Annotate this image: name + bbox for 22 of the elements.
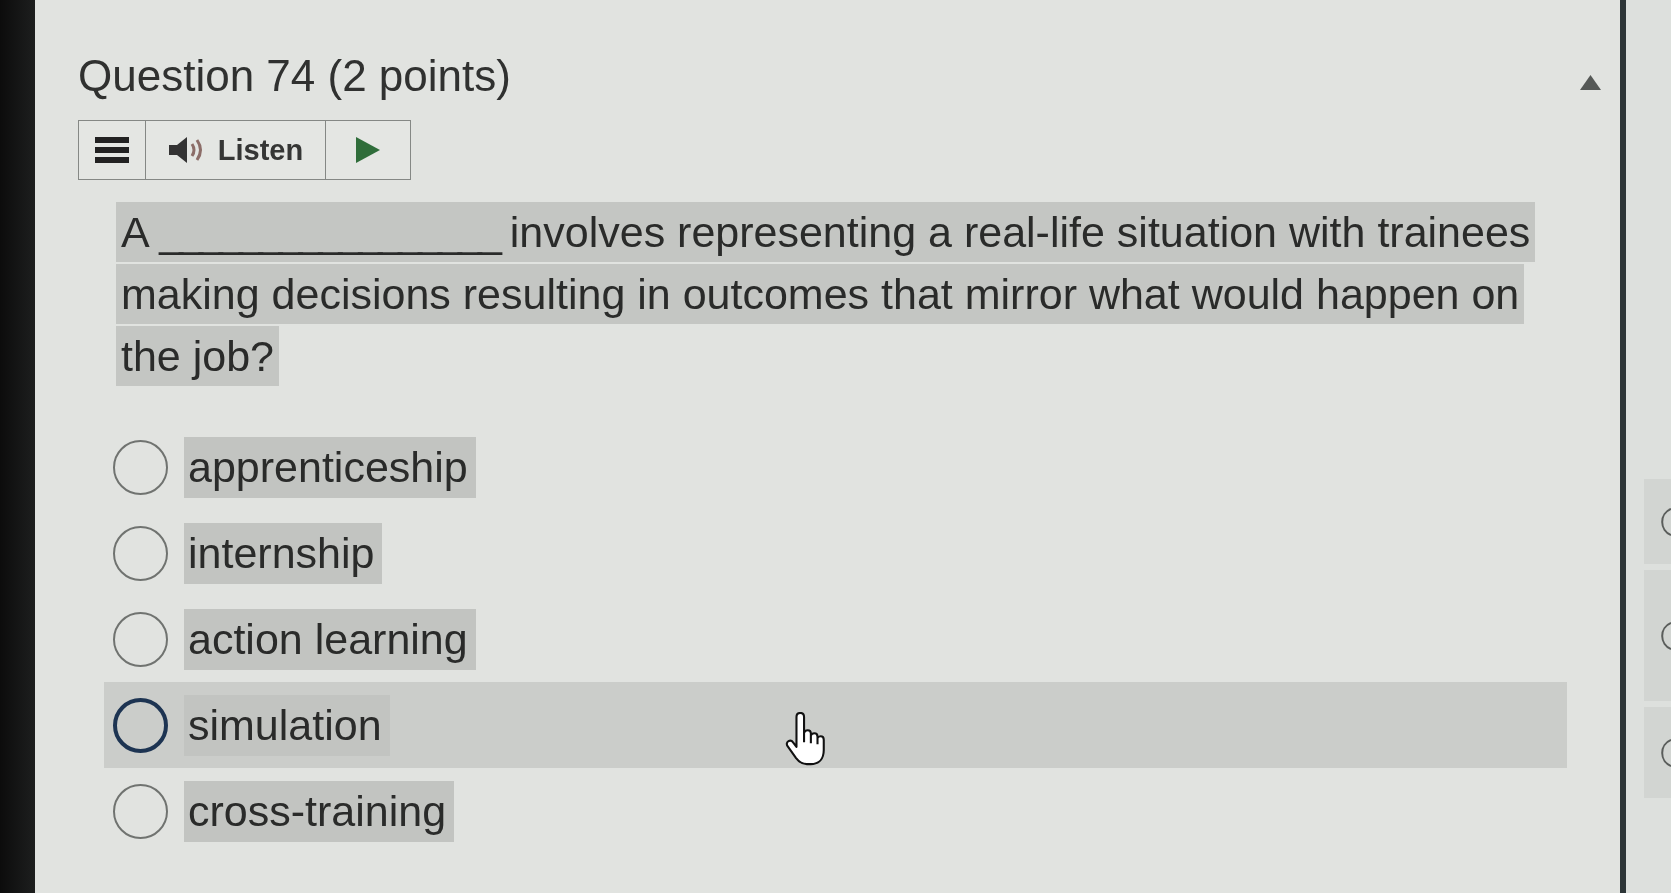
option-label: apprenticeship [184,436,476,498]
option-label: internship [184,522,383,584]
radio-button[interactable] [113,611,168,667]
option-label: action learning [184,608,476,670]
radio-button[interactable] [113,697,168,753]
radio-button[interactable] [113,439,168,495]
radio-button[interactable] [113,525,168,581]
menu-icon [95,137,129,163]
scroll-up-icon[interactable] [1580,75,1601,90]
radio-button[interactable] [113,783,168,839]
partial-ring-icon [1661,507,1671,536]
play-button[interactable] [325,120,411,180]
hand-cursor-icon [783,712,827,766]
play-icon [356,137,380,163]
menu-button[interactable] [78,120,146,180]
listen-button[interactable]: Listen [144,120,327,180]
partial-ring-icon [1661,738,1671,767]
partial-ring-icon [1661,621,1671,650]
option-label: simulation [184,694,390,756]
question-title: Question 74 (2 points) [78,50,511,102]
hovered-option-band[interactable]: simulation [104,682,1567,768]
option-label: cross-training [184,780,455,842]
